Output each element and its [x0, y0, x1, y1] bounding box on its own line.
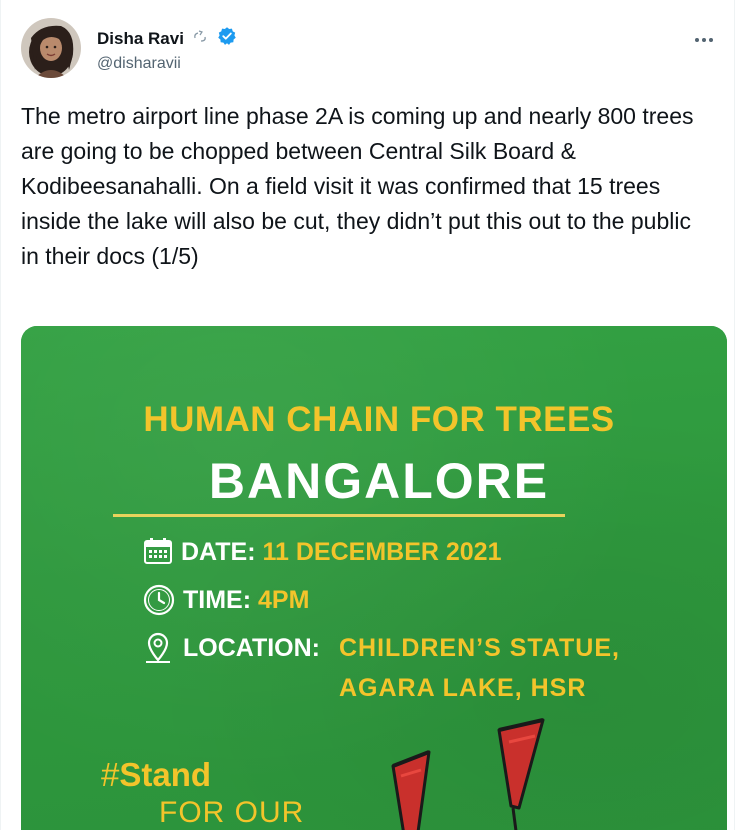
poster-date: DATE: 11 DECEMBER 2021: [181, 538, 502, 567]
date-value: 11 DECEMBER 2021: [262, 538, 502, 566]
poster-divider: [113, 514, 565, 517]
location-line-2: AGARA LAKE, HSR: [339, 674, 587, 702]
recycle-badge-icon: [192, 29, 208, 48]
tweet-text: The metro airport line phase 2A is comin…: [21, 103, 694, 269]
hashtag-word: Stand: [119, 756, 212, 793]
user-handle[interactable]: @disharavii: [97, 55, 237, 73]
tweet-card: Disha Ravi @disharavii The metro airport…: [0, 0, 735, 830]
verified-badge-icon: [217, 26, 237, 51]
time-label: TIME:: [183, 586, 252, 614]
location-line-1: CHILDREN’S STATUE,: [339, 634, 620, 662]
avatar[interactable]: [21, 18, 81, 78]
calendar-icon: [143, 537, 173, 570]
date-label: DATE:: [181, 538, 256, 566]
hashtag-symbol: #: [101, 756, 120, 793]
more-options-icon[interactable]: [690, 30, 718, 50]
tweet-media-poster[interactable]: HUMAN CHAIN FOR TREES BANGALORE DATE: 11…: [21, 326, 727, 830]
display-name[interactable]: Disha Ravi: [97, 29, 184, 49]
poster-city: BANGALORE: [208, 453, 550, 509]
avatar-image: [21, 18, 81, 78]
poster-location: LOCATION:: [183, 634, 320, 663]
poster-title: HUMAN CHAIN FOR TREES: [143, 400, 615, 439]
poster-time: TIME: 4PM: [183, 586, 309, 615]
clock-icon: [143, 584, 175, 621]
time-value: 4PM: [258, 586, 310, 614]
location-pin-icon: [143, 631, 173, 670]
location-label: LOCATION:: [183, 634, 321, 662]
user-name-block: Disha Ravi @disharavii: [97, 26, 237, 73]
poster-hashtag: #Stand: [101, 756, 211, 794]
poster-artwork: [371, 716, 571, 830]
tweet-header: Disha Ravi @disharavii: [21, 18, 722, 82]
poster-tagline: FOR OUR: [159, 796, 305, 829]
